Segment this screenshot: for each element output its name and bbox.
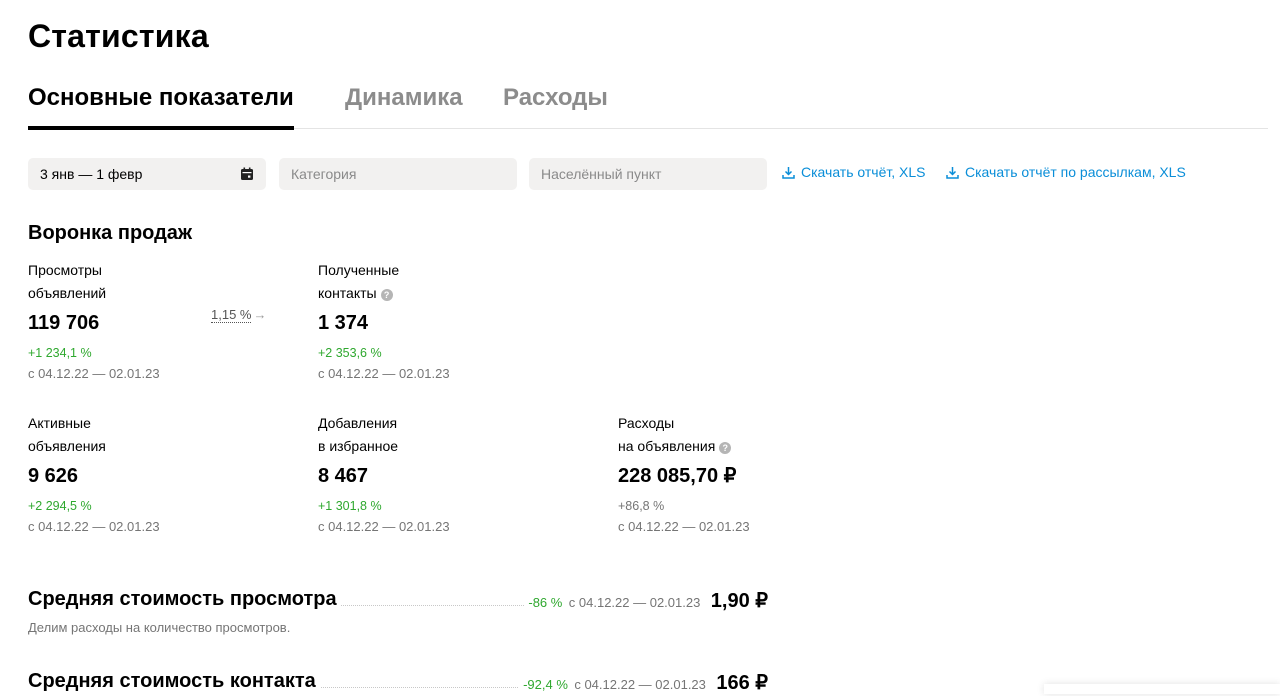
metric-label-line1: Полученные <box>318 262 400 278</box>
metric-label-line2: в избранное <box>318 438 399 454</box>
metric-value: 9 626 <box>28 465 79 487</box>
metric-value: 1 374 <box>318 312 369 334</box>
tab-expenses[interactable]: Расходы <box>503 84 608 112</box>
metric-label-line2: объявления <box>28 438 106 454</box>
avg-period: с 04.12.22 — 02.01.23 <box>574 677 706 692</box>
category-select[interactable]: Категория <box>279 158 517 190</box>
metric-label-line2: на объявления <box>618 438 716 454</box>
avg-cost-view-title: Средняя стоимость просмотра <box>28 588 341 611</box>
metric-label: Расходы на объявления? <box>618 412 838 458</box>
download-report-label: Скачать отчёт, XLS <box>801 164 926 180</box>
metric-contacts: Полученные контакты? 1 374 +2 353,6 % с 0… <box>318 259 538 382</box>
download-report-link[interactable]: Скачать отчёт, XLS <box>782 164 925 180</box>
avg-delta: -86 % <box>528 595 563 610</box>
page-title: Статистика <box>28 18 209 54</box>
avg-cost-contact-stats: -92,4 % с 04.12.22 — 02.01.23 166 ₽ <box>519 670 768 695</box>
metric-delta: +1 301,8 % <box>318 499 382 513</box>
metric-label-line1: Добавления <box>318 415 398 431</box>
metric-label-line1: Просмотры <box>28 262 102 278</box>
metric-period: с 04.12.22 — 02.01.23 <box>318 366 450 381</box>
metric-delta: +86,8 % <box>618 499 665 513</box>
tabs-bar: Основные показатели Динамика Расходы <box>28 80 1268 130</box>
metric-label-line2: контакты <box>318 285 377 301</box>
avg-cost-contact-row: Средняя стоимость контакта -92,4 % с 04.… <box>28 670 768 696</box>
metric-period: с 04.12.22 — 02.01.23 <box>28 366 160 381</box>
metric-period: с 04.12.22 — 02.01.23 <box>318 519 450 534</box>
metric-period: с 04.12.22 — 02.01.23 <box>618 519 750 534</box>
floating-panel-edge <box>1044 684 1280 694</box>
metric-ad-spend: Расходы на объявления? 228 085,70 ₽ +86,8… <box>618 412 838 535</box>
metric-value: 8 467 <box>318 465 369 487</box>
conversion-rate[interactable]: 1,15 % → <box>211 307 267 323</box>
metric-label: Полученные контакты? <box>318 259 538 305</box>
avg-value: 166 ₽ <box>716 672 768 694</box>
calendar-icon <box>241 167 253 180</box>
dotted-leader <box>328 605 528 606</box>
metric-delta: +1 234,1 % <box>28 346 92 360</box>
metric-label: Активные объявления <box>28 412 248 458</box>
sales-funnel-title: Воронка продаж <box>28 222 193 244</box>
download-mailings-label: Скачать отчёт по рассылкам, XLS <box>965 164 1186 180</box>
avg-cost-view-description: Делим расходы на количество просмотров. <box>28 620 291 635</box>
metric-label: Просмотры объявлений <box>28 259 248 305</box>
tab-main-indicators[interactable]: Основные показатели <box>28 84 294 130</box>
metric-value: 228 085,70 ₽ <box>618 465 737 487</box>
download-mailings-report-link[interactable]: Скачать отчёт по рассылкам, XLS <box>946 164 1186 180</box>
metric-delta: +2 353,6 % <box>318 346 382 360</box>
avg-period: с 04.12.22 — 02.01.23 <box>568 595 701 610</box>
metric-delta: +2 294,5 % <box>28 499 92 513</box>
conversion-value: 1,15 % <box>211 307 252 323</box>
location-select[interactable]: Населённый пункт <box>529 158 767 190</box>
dotted-leader <box>318 687 518 688</box>
arrow-right-icon: → <box>253 307 267 322</box>
avg-delta: -92,4 % <box>523 677 568 692</box>
tab-dynamics[interactable]: Динамика <box>345 84 463 112</box>
avg-cost-view-stats: -86 % с 04.12.22 — 02.01.23 1,90 ₽ <box>524 588 768 613</box>
metric-period: с 04.12.22 — 02.01.23 <box>28 519 160 534</box>
download-icon <box>782 167 795 179</box>
help-icon[interactable]: ? <box>380 289 393 301</box>
date-range-value: 3 янв — 1 февр <box>40 166 143 182</box>
metric-label: Добавления в избранное <box>318 412 538 458</box>
metric-active-ads: Активные объявления 9 626 +2 294,5 % с 04… <box>28 412 248 535</box>
metric-label-line1: Активные <box>28 415 91 431</box>
help-icon[interactable]: ? <box>719 442 732 454</box>
metric-label-line1: Расходы <box>618 415 675 431</box>
avg-cost-view-row: Средняя стоимость просмотра -86 % с 04.1… <box>28 588 768 614</box>
date-range-picker[interactable]: 3 янв — 1 февр <box>28 158 266 190</box>
download-icon <box>946 167 959 179</box>
avg-cost-contact-title: Средняя стоимость контакта <box>28 670 320 693</box>
metric-label-line2: объявлений <box>28 285 107 301</box>
metric-favorites: Добавления в избранное 8 467 +1 301,8 % с… <box>318 412 538 535</box>
avg-value: 1,90 ₽ <box>710 590 768 612</box>
